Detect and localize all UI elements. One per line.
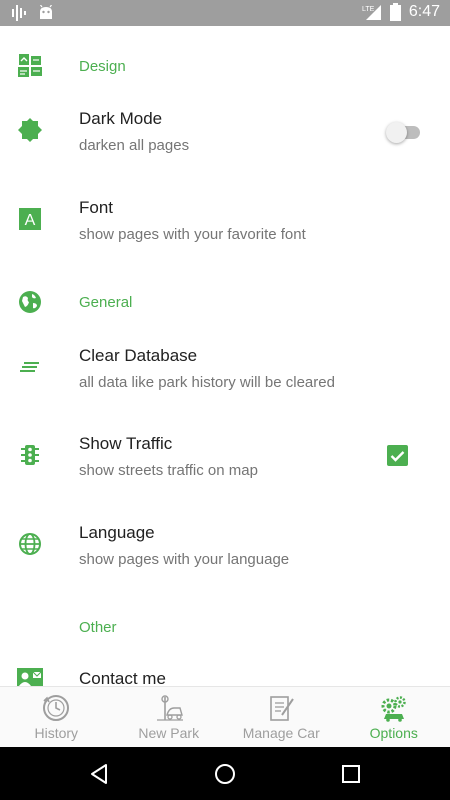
home-icon[interactable]: [213, 762, 237, 786]
language-title: Language: [79, 523, 155, 542]
bottom-navigation: History New Park Manage Car Options: [0, 686, 450, 747]
nav-new-park[interactable]: New Park: [113, 687, 226, 747]
font-icon-letter: A: [25, 212, 36, 229]
system-navigation-bar: [0, 747, 450, 800]
settings-list[interactable]: Design Dark Mode darken all pages A Font…: [0, 26, 450, 686]
section-title-design: Design: [79, 58, 126, 75]
font-subtitle: show pages with your favorite font: [79, 226, 306, 243]
android-icon: [40, 5, 52, 19]
section-title-general: General: [79, 294, 133, 311]
section-design: Design: [0, 50, 450, 82]
font-title: Font: [79, 198, 114, 217]
dark-mode-subtitle: darken all pages: [79, 137, 190, 154]
nav-options[interactable]: Options: [338, 687, 450, 747]
show-traffic-title: Show Traffic: [79, 434, 173, 453]
network-type: LTE: [362, 6, 375, 13]
setting-clear-database[interactable]: Clear Database all data like park histor…: [0, 338, 450, 404]
section-title-other: Other: [79, 619, 117, 636]
show-traffic-subtitle: show streets traffic on map: [79, 462, 258, 479]
lte-signal-icon: LTE: [362, 5, 381, 20]
dark-mode-icon: [16, 116, 44, 144]
clear-database-subtitle: all data like park history will be clear…: [79, 374, 335, 391]
history-icon: [43, 695, 70, 721]
nav-manage-car[interactable]: Manage Car: [225, 687, 338, 747]
clear-database-title: Clear Database: [79, 346, 198, 365]
contact-title: Contact me: [79, 669, 166, 686]
section-general: General: [0, 286, 450, 318]
setting-language[interactable]: Language show pages with your language: [0, 515, 450, 581]
section-other: Other: [0, 613, 450, 645]
status-bar: LTE 6:47: [0, 0, 450, 26]
globe-outline-icon: [16, 530, 44, 558]
setting-font[interactable]: A Font show pages with your favorite fon…: [0, 190, 450, 256]
nav-history-label: History: [34, 725, 79, 741]
manage-car-icon: [270, 696, 295, 721]
dark-mode-toggle[interactable]: [386, 122, 420, 143]
parking-icon: [156, 695, 183, 721]
language-subtitle: show pages with your language: [79, 551, 290, 568]
nav-new-park-label: New Park: [138, 725, 200, 741]
font-icon: A: [16, 205, 44, 233]
setting-show-traffic[interactable]: Show Traffic show streets traffic on map: [0, 426, 450, 492]
gears-icon: [381, 696, 406, 722]
design-icon: [16, 52, 44, 80]
nav-history[interactable]: History: [0, 687, 113, 747]
show-traffic-checkbox[interactable]: [387, 445, 408, 466]
contact-card-icon: [16, 664, 44, 686]
toggle-thumb: [386, 122, 407, 143]
nav-manage-car-label: Manage Car: [242, 725, 320, 741]
dark-mode-title: Dark Mode: [79, 109, 163, 128]
recents-icon[interactable]: [339, 762, 363, 786]
setting-dark-mode[interactable]: Dark Mode darken all pages: [0, 102, 450, 168]
check-icon: [390, 450, 405, 462]
back-icon[interactable]: [87, 762, 111, 786]
battery-icon: [389, 3, 401, 21]
globe-filled-icon: [16, 288, 44, 316]
setting-contact[interactable]: Contact me: [0, 662, 450, 686]
signal-bars-icon: [12, 5, 26, 21]
traffic-light-icon: [16, 441, 44, 469]
clear-list-icon: [16, 353, 44, 381]
nav-options-label: Options: [369, 725, 418, 741]
status-time: 6:47: [408, 3, 440, 20]
